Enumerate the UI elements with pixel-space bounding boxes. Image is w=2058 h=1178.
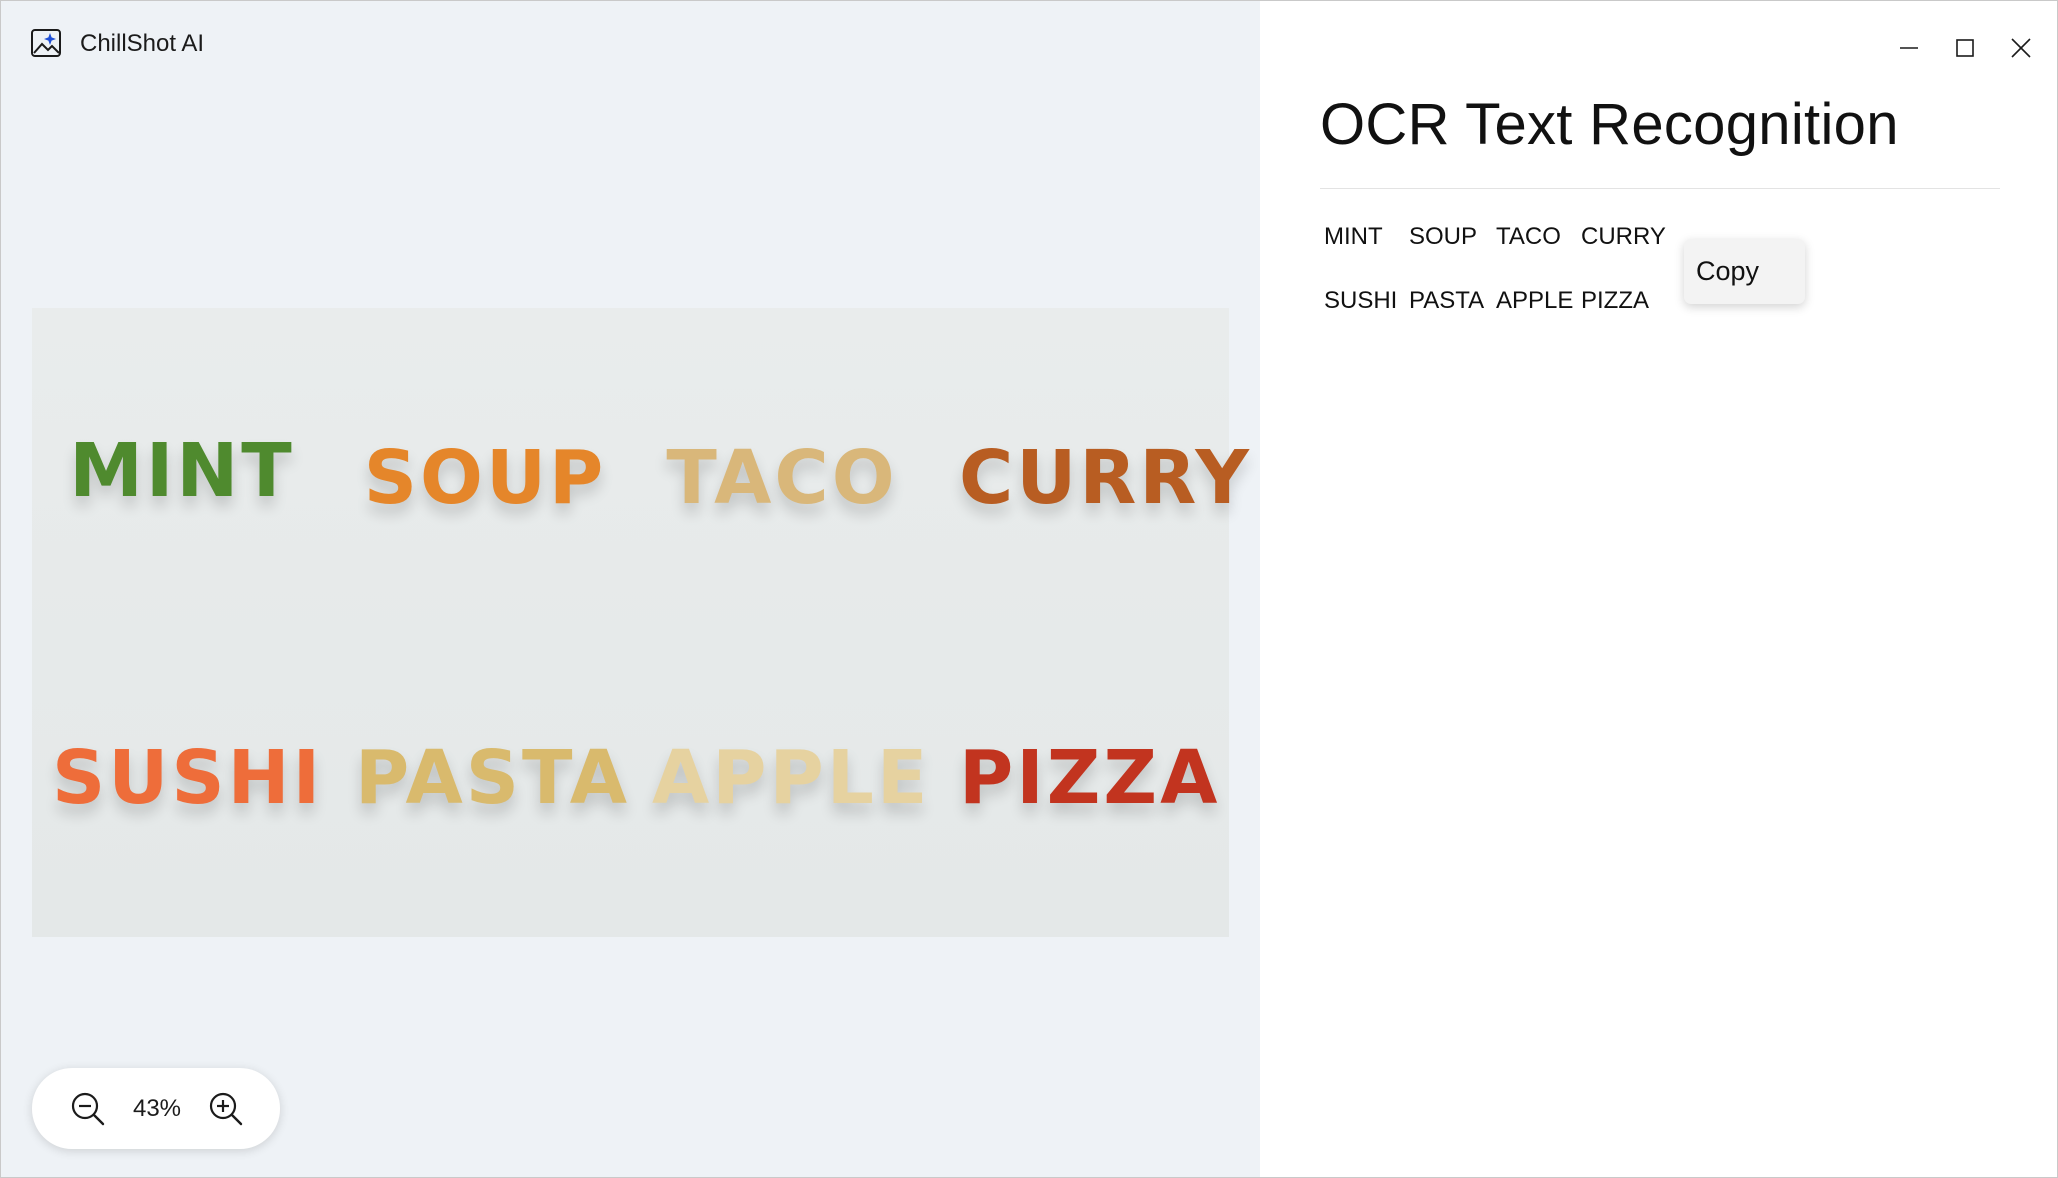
app-window: ChillShot AI MINT SOUP TACO CURRY SUSHI … [0,0,2058,1178]
image-word-apple: APPLE [652,735,931,821]
ocr-word[interactable]: CURRY [1579,221,1666,250]
image-word-curry: CURRY [959,435,1252,521]
copy-menu-item[interactable]: Copy [1696,256,1759,287]
maximize-icon [1956,39,1974,57]
minimize-button[interactable] [1881,1,1937,95]
ocr-word[interactable]: SOUP [1407,221,1494,250]
image-word-sushi: SUSHI [52,735,324,821]
ocr-results: MINT SOUP TACO CURRY SUSHI PASTA APPLE P… [1322,221,1666,314]
zoom-out-icon[interactable] [70,1091,106,1127]
app-name: ChillShot AI [80,30,205,57]
image-word-pizza: PIZZA [959,735,1221,821]
close-icon [2011,38,2031,58]
window-controls [1881,1,2057,95]
panel-title: OCR Text Recognition [1320,92,1899,157]
ocr-word[interactable]: MINT [1322,221,1407,250]
ocr-word[interactable]: TACO [1494,221,1579,250]
loaded-image: MINT SOUP TACO CURRY SUSHI PASTA APPLE P… [32,308,1252,937]
maximize-button[interactable] [1937,1,1993,95]
image-word-soup: SOUP [363,435,607,521]
ocr-word[interactable]: APPLE [1494,285,1579,314]
ocr-word[interactable]: PASTA [1407,285,1494,314]
copy-context-menu[interactable]: Copy [1684,239,1805,304]
app-logo-icon [31,29,61,57]
zoom-level: 43% [132,1094,182,1122]
image-word-pasta: PASTA [355,735,631,821]
zoom-control: 43% [32,1068,280,1149]
image-word-mint: MINT [69,428,295,514]
ocr-word[interactable]: SUSHI [1322,285,1407,314]
divider [1320,188,2000,189]
image-preview-pane: ChillShot AI MINT SOUP TACO CURRY SUSHI … [1,1,1260,1177]
image-word-taco: TACO [666,435,898,521]
minimize-icon [1900,47,1918,49]
app-title-bar: ChillShot AI [30,27,204,61]
close-button[interactable] [1993,1,2049,95]
ocr-panel: OCR Text Recognition MINT SOUP TACO CURR… [1260,1,2057,1177]
zoom-in-icon[interactable] [208,1091,244,1127]
ocr-word[interactable]: PIZZA [1579,285,1664,314]
